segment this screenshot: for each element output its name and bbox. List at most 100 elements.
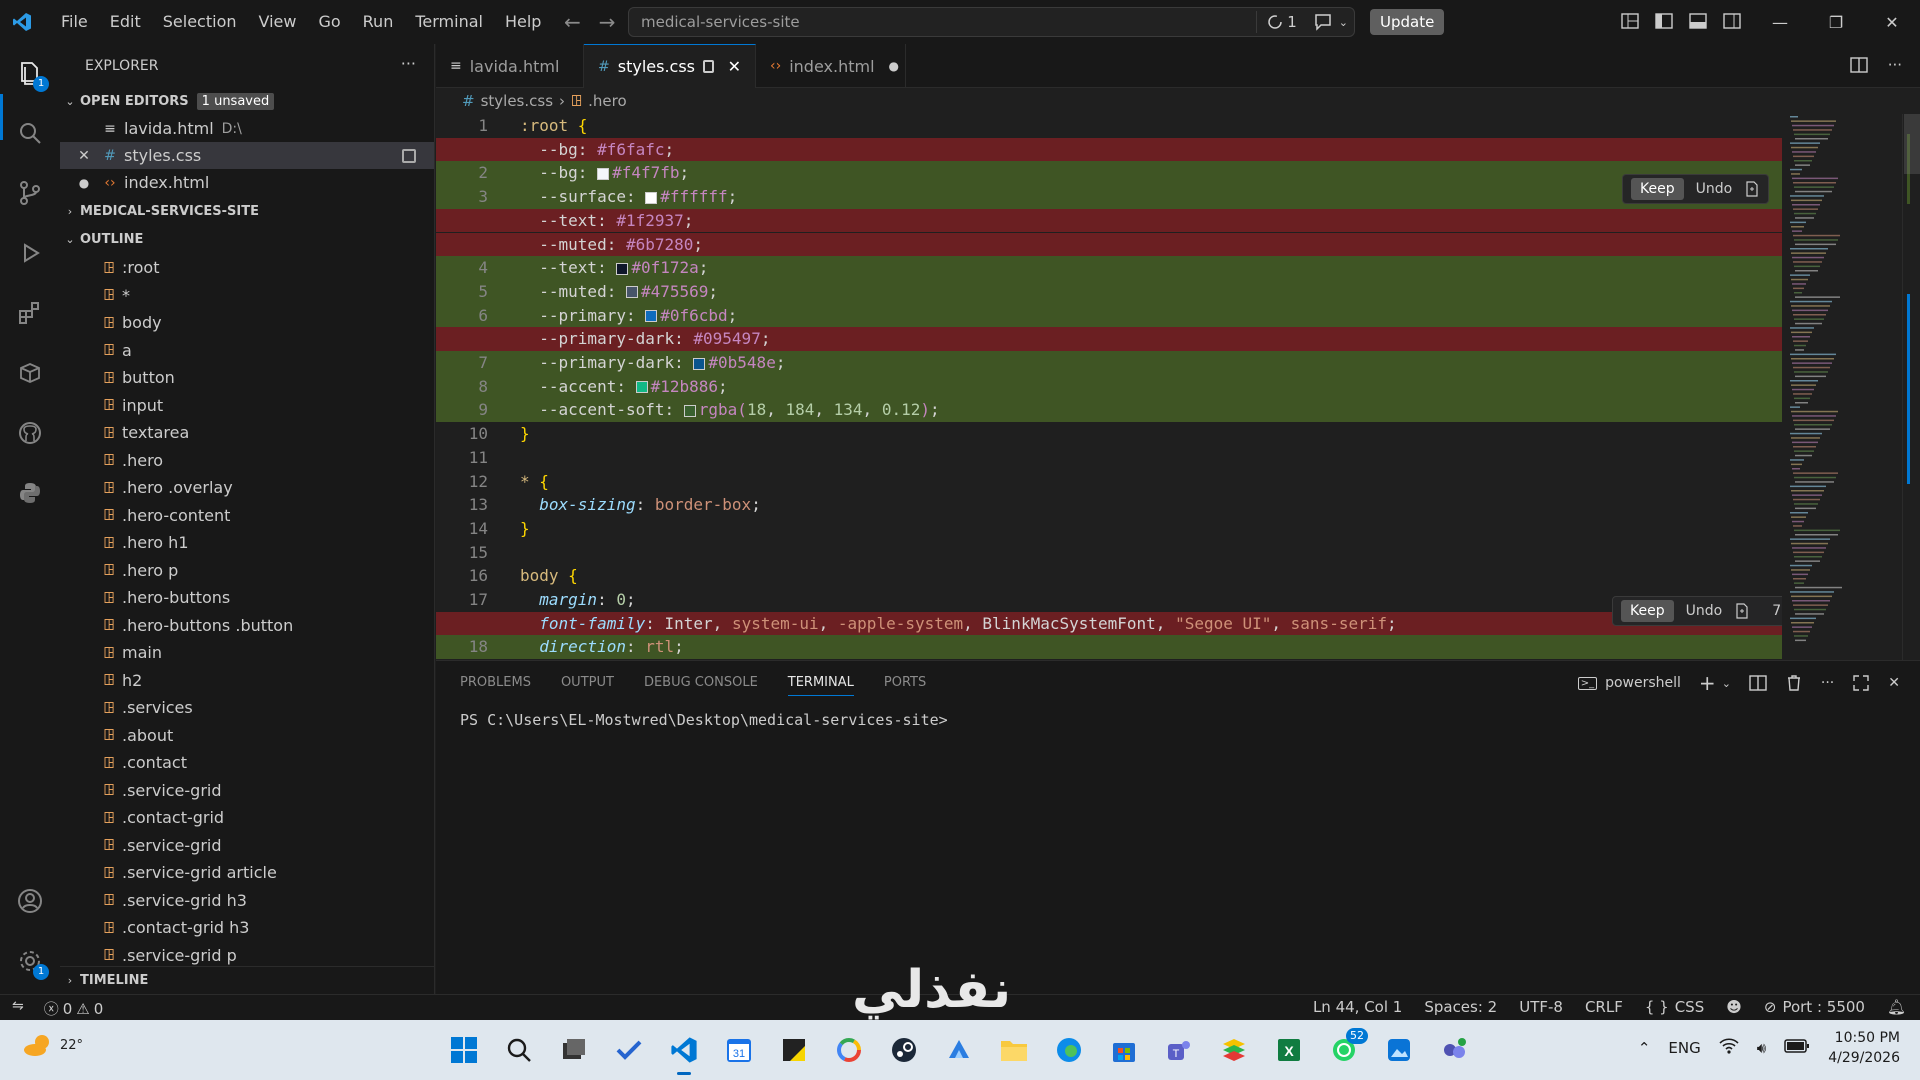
todo-icon[interactable]: [609, 1030, 649, 1070]
clock[interactable]: 10:50 PM 4/29/2026: [1828, 1028, 1900, 1068]
outline-item[interactable]: ꖸ .hero-content: [60, 502, 434, 529]
back-arrow-icon[interactable]: ←: [564, 10, 581, 34]
deleted-code-line[interactable]: --bg: #f6fafc;: [436, 137, 1782, 162]
added-code-line[interactable]: 8 --accent: #12b886;: [436, 374, 1782, 399]
tab-problems[interactable]: PROBLEMS: [460, 675, 531, 696]
teams-personal-icon[interactable]: [1434, 1030, 1474, 1070]
outline-item[interactable]: ꖸ .contact-grid: [60, 804, 434, 831]
open-editor-index[interactable]: ● ‹› index.html: [60, 169, 434, 196]
timeline-header[interactable]: › TIMELINE: [60, 966, 434, 993]
terminal-prompt[interactable]: PS C:\Users\EL-Mostwred\Desktop\medical-…: [460, 711, 948, 729]
deleted-code-line[interactable]: font-family: Inter, system-ui, -apple-sy…: [436, 611, 1782, 636]
outline-item[interactable]: ꖸ .service-grid: [60, 832, 434, 859]
outline-item[interactable]: ꖸ main: [60, 639, 434, 666]
outline-item[interactable]: ꖸ .services: [60, 694, 434, 721]
google-icon[interactable]: [829, 1030, 869, 1070]
code-line[interactable]: 15: [436, 541, 1782, 565]
indentation[interactable]: Spaces: 2: [1424, 998, 1497, 1016]
extensions-icon[interactable]: [13, 296, 47, 330]
added-code-line[interactable]: 7 --primary-dark: #0b548e;: [436, 351, 1782, 375]
deleted-code-line[interactable]: --text: #1f2937;: [436, 208, 1782, 233]
color-swatch[interactable]: [616, 262, 629, 275]
deleted-code-line[interactable]: --primary-dark: #095497;: [436, 327, 1782, 351]
line-ending[interactable]: CRLF: [1585, 998, 1623, 1016]
problems-status[interactable]: ⓧ 0 ⚠ 0: [44, 998, 104, 1019]
account-icon[interactable]: [13, 884, 47, 918]
added-code-line[interactable]: 18 direction: rtl;: [436, 635, 1782, 660]
tab-debug-console[interactable]: DEBUG CONSOLE: [644, 675, 758, 696]
trash-icon[interactable]: [1785, 674, 1803, 692]
outline-item[interactable]: ꖸ .hero .overlay: [60, 474, 434, 501]
code-editor[interactable]: 1:root { --bg: #f6fafc; 2 --bg: #f4f7fb; 3…: [436, 114, 1920, 660]
chat-button[interactable]: ⌄: [1313, 13, 1348, 31]
menu-help[interactable]: Help: [494, 0, 552, 44]
outline-item[interactable]: ꖸ .hero h1: [60, 529, 434, 556]
file-explorer-icon[interactable]: [994, 1030, 1034, 1070]
diff-file-icon[interactable]: [1744, 181, 1760, 197]
added-code-line[interactable]: 6 --primary: #0f6cbd;: [436, 303, 1782, 328]
outline-item[interactable]: ꖸ h2: [60, 667, 434, 694]
tab-output[interactable]: OUTPUT: [561, 675, 614, 696]
tab-lavida[interactable]: ≡ lavida.html: [436, 44, 584, 88]
code-line[interactable]: 13 box-sizing: border-box;: [436, 493, 1782, 517]
project-folder-header[interactable]: › MEDICAL-SERVICES-SITE: [60, 198, 434, 225]
volume-icon[interactable]: 🔊︎: [1757, 1039, 1766, 1057]
code-line[interactable]: 17 margin: 0;: [436, 588, 1782, 612]
open-editor-styles[interactable]: ✕ # styles.css: [60, 142, 434, 169]
photos-icon[interactable]: [1379, 1030, 1419, 1070]
keep-button[interactable]: Keep: [1621, 600, 1674, 622]
color-swatch[interactable]: [645, 191, 658, 204]
github-icon[interactable]: [13, 416, 47, 450]
color-swatch[interactable]: [635, 381, 648, 394]
forward-arrow-icon[interactable]: →: [599, 10, 616, 34]
outline-item[interactable]: ꖸa: [60, 337, 434, 364]
code-line[interactable]: 12 * {: [436, 470, 1782, 494]
live-server-status[interactable]: ⊘ Port : 5500: [1764, 998, 1865, 1016]
close-tab-icon[interactable]: ✕: [728, 57, 741, 76]
sticky-notes-icon[interactable]: [774, 1030, 814, 1070]
split-terminal-icon[interactable]: [1749, 674, 1767, 692]
outline-header[interactable]: ⌄ OUTLINE: [60, 226, 434, 253]
whatsapp-icon[interactable]: 52: [1324, 1028, 1368, 1070]
color-swatch[interactable]: [597, 167, 610, 180]
open-editor-lavida[interactable]: ≡ lavida.html D:\: [60, 115, 434, 142]
more-actions-icon[interactable]: ···: [1821, 675, 1834, 691]
task-view-icon[interactable]: [554, 1030, 594, 1070]
excel-icon[interactable]: X: [1269, 1030, 1309, 1070]
toggle-secondary-sidebar-icon[interactable]: [1722, 11, 1742, 31]
run-debug-icon[interactable]: [13, 236, 47, 270]
more-actions-icon[interactable]: ···: [401, 54, 416, 73]
maximize-icon[interactable]: ❐: [1808, 0, 1864, 44]
notifications-bell-icon[interactable]: 🔔︎: [1887, 998, 1906, 1016]
outline-item[interactable]: ꖸ .contact-grid h3: [60, 914, 434, 941]
outline-item[interactable]: ꖸ:root: [60, 254, 434, 281]
toggle-sidebar-icon[interactable]: [1654, 11, 1674, 31]
minimize-icon[interactable]: —: [1752, 0, 1808, 44]
tab-terminal[interactable]: TERMINAL: [787, 675, 854, 696]
azure-data-studio-icon[interactable]: [939, 1030, 979, 1070]
added-code-line[interactable]: 4 --text: #0f172a;: [436, 256, 1782, 280]
update-button[interactable]: Update: [1370, 9, 1445, 35]
split-editor-icon[interactable]: [1849, 56, 1868, 74]
remote-explorer-icon[interactable]: [13, 356, 47, 390]
explorer-icon[interactable]: 1: [13, 56, 49, 92]
encoding[interactable]: UTF-8: [1519, 998, 1563, 1016]
windows-start-icon[interactable]: [444, 1030, 484, 1070]
outline-item[interactable]: ꖸ .hero p: [60, 557, 434, 584]
toggle-panel-icon[interactable]: [1688, 11, 1708, 31]
steam-icon[interactable]: [884, 1030, 924, 1070]
search-icon[interactable]: [499, 1030, 539, 1070]
color-swatch[interactable]: [645, 310, 658, 323]
outline-item[interactable]: ꖸ .contact: [60, 749, 434, 776]
menu-edit[interactable]: Edit: [99, 0, 152, 44]
menu-file[interactable]: File: [50, 0, 99, 44]
microsoft-store-icon[interactable]: [1104, 1030, 1144, 1070]
customize-layout-icon[interactable]: [1620, 11, 1640, 31]
outline-item[interactable]: ꖸ .service-grid article: [60, 859, 434, 886]
new-terminal-icon[interactable]: +: [1699, 671, 1716, 695]
outline-item[interactable]: ꖸ button: [60, 364, 434, 391]
editor-scrollbar[interactable]: [1902, 114, 1920, 660]
breadcrumb-symbol[interactable]: .hero: [588, 92, 627, 110]
chevron-down-icon[interactable]: ⌄: [1722, 677, 1731, 690]
outline-item[interactable]: ꖸ body: [60, 309, 434, 336]
